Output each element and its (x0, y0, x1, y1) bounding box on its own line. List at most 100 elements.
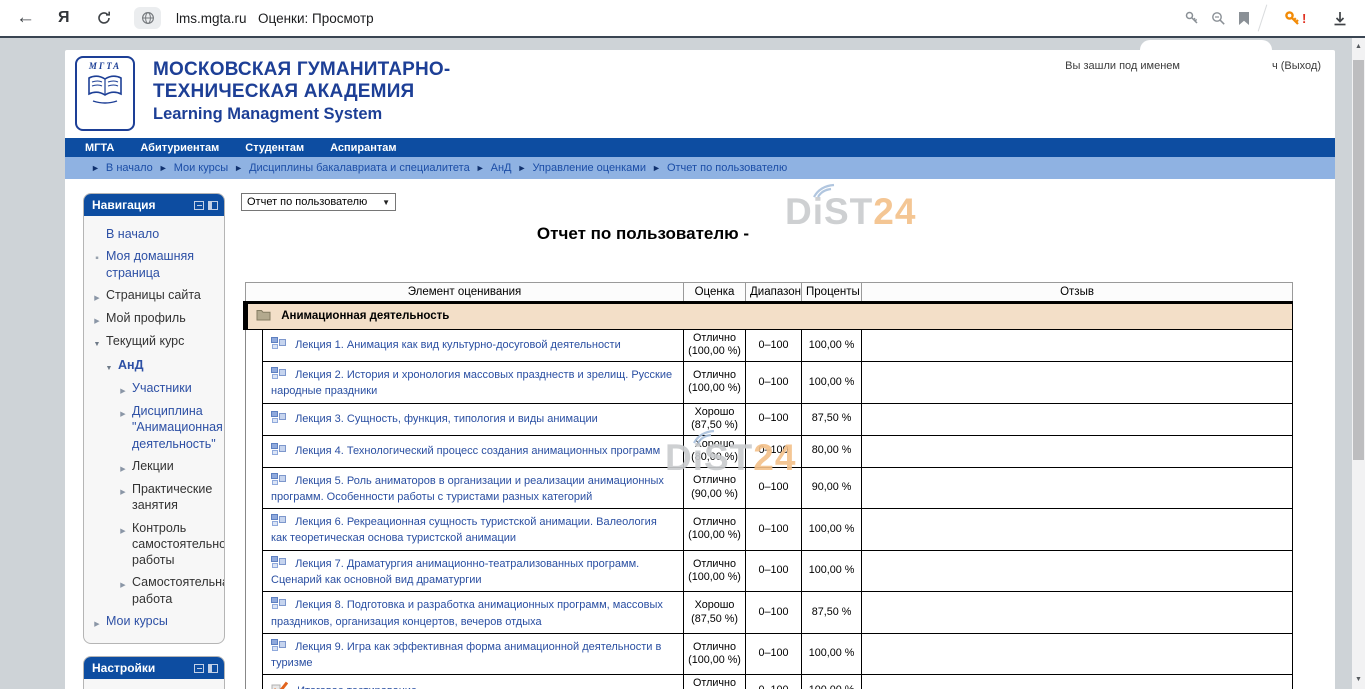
tree-toggle-icon[interactable] (118, 403, 128, 452)
tree-toggle-icon[interactable] (92, 287, 102, 304)
grade-cell: Хорошо (87,50 %) (684, 592, 746, 634)
breadcrumb-link[interactable]: Управление оценками (532, 162, 646, 174)
logout-link[interactable]: ч (Выход) (1272, 60, 1321, 72)
collapse-block-icon[interactable] (194, 201, 204, 210)
lms-subtitle: Learning Managment System (153, 105, 450, 124)
dock-block-icon[interactable] (208, 664, 218, 673)
breadcrumb-link[interactable]: АнД (491, 162, 512, 174)
tree-toggle-icon[interactable] (118, 520, 128, 569)
indent-gutter (246, 550, 263, 592)
tree-toggle-icon[interactable] (118, 458, 128, 475)
indent-gutter (246, 633, 263, 675)
breadcrumb-link[interactable]: Дисциплины бакалавриата и специалитета (249, 162, 470, 174)
activity-link[interactable]: Лекция 1. Анимация как вид культурно-дос… (295, 339, 621, 351)
grade-item-row: Итоговое тестирование Отлично (100,00 %)… (246, 675, 1293, 689)
tree-toggle-icon[interactable] (92, 226, 102, 242)
tree-toggle-icon[interactable] (118, 380, 128, 397)
tree-toggle-icon[interactable] (92, 248, 102, 281)
sidebar-nav-item[interactable]: АнД (88, 354, 220, 377)
tree-toggle-icon[interactable] (118, 481, 128, 514)
breadcrumb-link[interactable]: В начало (106, 162, 153, 174)
sidebar-nav-item[interactable]: Дисциплина "Анимационная деятельность" (88, 400, 220, 455)
search-icon[interactable] (1210, 0, 1227, 36)
activity-icon (271, 596, 286, 614)
sidebar-nav-item[interactable]: В начало (88, 223, 220, 245)
tab-edge-divider (1258, 5, 1268, 32)
activity-link[interactable]: Лекция 8. Подготовка и разработка анимац… (271, 599, 663, 627)
tree-toggle-icon[interactable] (92, 310, 102, 327)
sidebar-nav-item[interactable]: Страницы сайта (88, 284, 220, 307)
scroll-up-arrow-icon[interactable]: ▲ (1352, 40, 1365, 54)
grade-item-row: Лекция 2. История и хронология массовых … (246, 361, 1293, 403)
sidebar-nav-item[interactable]: Контроль самостоятельной работы (88, 517, 220, 572)
scrollbar-thumb[interactable] (1353, 60, 1364, 460)
tree-toggle-icon[interactable] (92, 613, 102, 630)
sidebar-item-label: Моя домашняя страница (106, 248, 218, 281)
breadcrumb-link[interactable]: Мои курсы (174, 162, 228, 174)
sidebar-nav-item[interactable]: Текущий курс (88, 330, 220, 353)
tree-toggle-icon[interactable] (104, 357, 114, 374)
refresh-icon[interactable] (96, 0, 112, 36)
activity-link[interactable]: Лекция 2. История и хронология массовых … (271, 369, 672, 397)
grade-item-row: Лекция 8. Подготовка и разработка анимац… (246, 592, 1293, 634)
report-type-select[interactable]: Отчет по пользователю ▼ (241, 193, 396, 211)
activity-link[interactable]: Лекция 7. Драматургия анимационно-театра… (271, 558, 639, 586)
activity-icon (271, 336, 286, 354)
mgta-logo[interactable]: МГТА (75, 56, 135, 131)
range-cell: 0–100 (746, 435, 802, 467)
download-icon[interactable] (1332, 0, 1348, 36)
sidebar-nav-item[interactable]: Практические занятия (88, 478, 220, 517)
activity-link[interactable]: Лекция 5. Роль аниматоров в организации … (271, 475, 664, 503)
address-url[interactable]: lms.mgta.ru (176, 0, 247, 36)
back-button[interactable]: ← (16, 0, 35, 36)
password-alert-icon[interactable]: ! (1284, 0, 1306, 36)
feedback-cell (862, 592, 1293, 634)
sidebar-nav-item[interactable]: Участники (88, 377, 220, 400)
vertical-scrollbar[interactable]: ▲ ▼ (1352, 38, 1365, 689)
sidebar-nav-item[interactable]: Самостоятельная работа (88, 571, 220, 610)
folder-icon (256, 309, 271, 324)
activity-link[interactable]: Итоговое тестирование (297, 685, 417, 689)
sidebar-nav-item[interactable]: Моя домашняя страница (88, 245, 220, 284)
table-header-row: Элемент оценивания Оценка Диапазон Проце… (246, 283, 1293, 303)
activity-icon (271, 638, 286, 656)
breadcrumb-separator-icon: ► (159, 163, 168, 173)
tree-toggle-icon[interactable] (92, 333, 102, 350)
scroll-down-arrow-icon[interactable]: ▼ (1352, 673, 1365, 687)
sidebar-nav-item[interactable]: Мой профиль (88, 307, 220, 330)
activity-icon (271, 442, 286, 460)
site-security-badge[interactable] (134, 7, 161, 29)
breadcrumb-separator-icon: ► (234, 163, 243, 173)
main-menu-item[interactable]: МГТА (85, 142, 114, 154)
activity-link[interactable]: Лекция 9. Игра как эффективная форма ани… (271, 641, 661, 669)
range-cell: 0–100 (746, 509, 802, 551)
sidebar-nav-item[interactable]: Лекции (88, 455, 220, 478)
breadcrumb-item: ► АнД (470, 162, 512, 174)
main-menu-item[interactable]: Абитуриентам (140, 142, 219, 154)
grade-item-row: Лекция 3. Сущность, функция, типология и… (246, 403, 1293, 435)
grade-item-row: Лекция 1. Анимация как вид культурно-дос… (246, 330, 1293, 362)
collapse-block-icon[interactable] (194, 664, 204, 673)
tree-toggle-icon[interactable] (118, 574, 128, 607)
navigation-block-header: Навигация (84, 194, 224, 216)
dock-block-icon[interactable] (208, 201, 218, 210)
main-menu-item[interactable]: Студентам (245, 142, 304, 154)
col-header-feedback: Отзыв (862, 283, 1293, 303)
activity-link[interactable]: Лекция 4. Технологический процесс создан… (295, 445, 660, 457)
password-manager-icon[interactable] (1184, 0, 1200, 36)
grade-item-row: Лекция 5. Роль аниматоров в организации … (246, 467, 1293, 509)
grade-item-row: Лекция 6. Рекреационная сущность туристс… (246, 509, 1293, 551)
activity-link[interactable]: Лекция 6. Рекреационная сущность туристс… (271, 516, 657, 544)
sidebar-nav-item[interactable]: Мои курсы (88, 610, 220, 633)
percent-cell: 100,00 % (802, 550, 862, 592)
activity-link[interactable]: Лекция 3. Сущность, функция, типология и… (295, 413, 598, 425)
grade-cell: Отлично (90,00 %) (684, 467, 746, 509)
grade-item-row: Лекция 4. Технологический процесс создан… (246, 435, 1293, 467)
activity-icon (271, 366, 286, 384)
main-menu-item[interactable]: Аспирантам (330, 142, 396, 154)
bookmark-icon[interactable] (1238, 0, 1250, 36)
breadcrumb-link[interactable]: Отчет по пользователю (667, 162, 787, 174)
grade-cell: Отлично (100,00 %) (684, 330, 746, 362)
yandex-logo[interactable]: Я (58, 0, 70, 36)
academy-title-line2: ТЕХНИЧЕСКАЯ АКАДЕМИЯ (153, 81, 450, 103)
